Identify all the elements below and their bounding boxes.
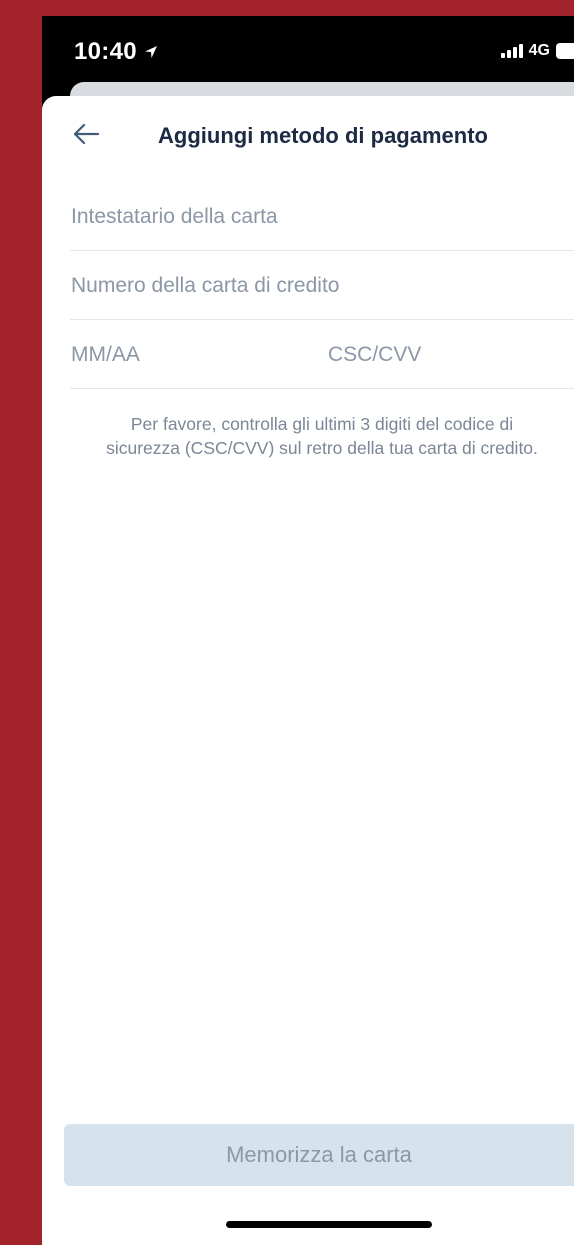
- card-number-field[interactable]: Numero della carta di credito: [70, 252, 574, 320]
- help-text: Per favore, controlla gli ultimi 3 digit…: [70, 412, 574, 460]
- network-type: 4G: [528, 42, 550, 59]
- location-arrow-icon: [144, 46, 157, 58]
- expiry-field[interactable]: MM/AA: [71, 343, 140, 367]
- payment-sheet: Aggiungi metodo di pagamento Intestatari…: [42, 96, 574, 1245]
- csc-field[interactable]: CSC/CVV: [328, 343, 421, 367]
- arrow-left-icon[interactable]: [72, 122, 100, 146]
- time-label: 10:40: [74, 38, 137, 65]
- status-indicators: 4G: [500, 42, 574, 60]
- status-bar: 10:40 4G: [42, 16, 574, 86]
- card-number-placeholder: Numero della carta di credito: [71, 274, 340, 297]
- page-title: Aggiungi metodo di pagamento: [158, 123, 488, 148]
- expiry-csc-row: MM/AA CSC/CVV: [70, 321, 574, 389]
- help-text-line-2: sicurezza (CSC/CVV) sul retro della tua …: [106, 438, 538, 458]
- cardholder-placeholder: Intestatario della carta: [71, 205, 278, 228]
- cardholder-field[interactable]: Intestatario della carta: [70, 183, 574, 251]
- status-time: 10:40: [74, 38, 159, 66]
- home-indicator: [226, 1221, 432, 1228]
- battery-icon: [556, 43, 574, 59]
- save-card-button[interactable]: Memorizza la carta: [64, 1124, 574, 1186]
- phone-screen: 10:40 4G Aggiungi metodo di pagamento In…: [42, 16, 574, 1245]
- sheet-header: Aggiungi metodo di pagamento: [42, 96, 574, 172]
- help-text-line-1: Per favore, controlla gli ultimi 3 digit…: [130, 414, 514, 434]
- signal-bars-icon: [500, 44, 523, 58]
